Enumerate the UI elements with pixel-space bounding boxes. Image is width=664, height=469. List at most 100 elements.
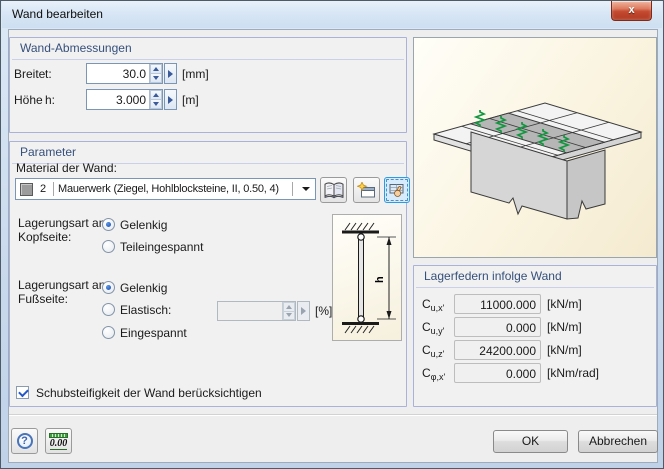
radio-top-gelenkig[interactable] bbox=[102, 218, 115, 231]
height-unit: [m] bbox=[182, 93, 199, 107]
support-diagram: h bbox=[332, 214, 402, 341]
edit-material-button[interactable] bbox=[384, 177, 410, 203]
width-label: Breite bbox=[14, 67, 45, 81]
chevron-down-icon bbox=[302, 187, 310, 191]
diagram-h-label: h bbox=[374, 276, 386, 283]
bottom-support-label-line1: Lagerungsart an bbox=[18, 278, 105, 292]
radio-bottom-gelenkig-label[interactable]: Gelenkig bbox=[120, 281, 167, 295]
elastic-value bbox=[218, 302, 282, 320]
radio-bottom-elastisch-label[interactable]: Elastisch: bbox=[120, 303, 171, 317]
edit-wall-dialog: Wand bearbeiten x Wand-Abmessungen Breit… bbox=[0, 0, 664, 469]
material-dropdown[interactable]: 2 Mauerwerk (Ziegel, Hohlblocksteine, II… bbox=[15, 178, 316, 200]
group-rule bbox=[12, 59, 404, 60]
group-title-dimensions: Wand-Abmessungen bbox=[20, 41, 132, 55]
spring-unit-cphix: [kNm/rad] bbox=[547, 366, 599, 380]
spin-up-button[interactable] bbox=[150, 90, 162, 99]
material-index: 2 bbox=[37, 183, 49, 195]
width-spinbox[interactable]: 30.0 bbox=[86, 63, 163, 84]
top-support-label-line2: Kopfseite: bbox=[18, 230, 71, 244]
spring-value-cuz: 24200.000 bbox=[454, 340, 541, 360]
spring-value-cphix: 0.000 bbox=[454, 363, 541, 383]
up-arrow-icon bbox=[286, 305, 292, 309]
spring-unit-cuy: [kN/m] bbox=[547, 320, 582, 334]
right-arrow-icon bbox=[168, 96, 173, 104]
radio-bottom-gelenkig[interactable] bbox=[102, 281, 115, 294]
separator bbox=[53, 182, 54, 196]
spring-symbol-cuz: Cu,z' bbox=[422, 343, 444, 359]
spin-up-button bbox=[283, 302, 295, 311]
spring-symbol-cux: Cu,x' bbox=[422, 297, 444, 313]
spring-value-cuy: 0.000 bbox=[454, 317, 541, 337]
elastic-spin-arrows bbox=[282, 302, 295, 320]
radio-bottom-elastisch[interactable] bbox=[102, 303, 115, 316]
group-title-parameter: Parameter bbox=[20, 145, 76, 159]
shear-stiffness-label[interactable]: Schubsteifigkeit der Wand berücksichtige… bbox=[36, 386, 262, 400]
spring-symbol-cphix: Cφ,x' bbox=[422, 366, 445, 382]
spin-down-button[interactable] bbox=[150, 99, 162, 109]
close-button[interactable]: x bbox=[611, 1, 652, 21]
group-wall-dimensions: Wand-Abmessungen Breite t: 30.0 [mm] Höh… bbox=[9, 37, 407, 133]
footer-separator bbox=[9, 414, 657, 416]
wall-preview-panel bbox=[413, 37, 657, 258]
height-symbol: h: bbox=[45, 93, 55, 107]
dialog-title: Wand bearbeiten bbox=[12, 7, 103, 21]
width-value[interactable]: 30.0 bbox=[87, 64, 149, 83]
help-button[interactable]: ? bbox=[11, 428, 38, 454]
down-arrow-icon bbox=[286, 313, 292, 317]
bottom-support-label-line2: Fußseite: bbox=[18, 292, 68, 306]
radio-top-teileingespannt[interactable] bbox=[102, 240, 115, 253]
group-title-springs: Lagerfedern infolge Wand bbox=[424, 269, 562, 283]
spin-down-button[interactable] bbox=[150, 73, 162, 83]
radio-top-gelenkig-label[interactable]: Gelenkig bbox=[120, 218, 167, 232]
elastic-value-spinbox bbox=[217, 301, 296, 321]
radio-top-teileingespannt-label[interactable]: Teileingespannt bbox=[120, 240, 203, 254]
right-arrow-icon bbox=[301, 307, 306, 315]
up-arrow-icon bbox=[153, 67, 159, 71]
width-unit: [mm] bbox=[182, 67, 209, 81]
dropdown-arrow-zone[interactable] bbox=[297, 187, 315, 191]
spin-down-button bbox=[283, 311, 295, 321]
shear-stiffness-checkbox[interactable] bbox=[16, 386, 29, 399]
height-value[interactable]: 3.000 bbox=[87, 90, 149, 109]
down-arrow-icon bbox=[153, 76, 159, 80]
help-icon: ? bbox=[17, 433, 33, 449]
radio-bottom-eingespannt-label[interactable]: Eingespannt bbox=[120, 326, 187, 340]
new-material-button[interactable] bbox=[353, 177, 380, 203]
group-support-springs: Lagerfedern infolge Wand Cu,x' 11000.000… bbox=[413, 265, 657, 407]
top-support-label-line1: Lagerungsart an bbox=[18, 216, 105, 230]
up-arrow-icon bbox=[153, 93, 159, 97]
material-label: Material der Wand: bbox=[16, 161, 117, 175]
material-color-swatch bbox=[20, 183, 33, 196]
width-spin-arrows bbox=[149, 64, 162, 83]
elastic-slider-button bbox=[297, 301, 310, 321]
spin-up-button[interactable] bbox=[150, 64, 162, 73]
separator bbox=[292, 182, 293, 196]
width-slider-button[interactable] bbox=[164, 63, 177, 84]
width-symbol: t: bbox=[45, 67, 52, 81]
new-window-star-icon bbox=[357, 182, 377, 199]
group-rule bbox=[416, 287, 654, 288]
titlebar[interactable]: Wand bearbeiten bbox=[2, 1, 662, 28]
spring-unit-cuz: [kN/m] bbox=[547, 343, 582, 357]
group-parameter: Parameter Material der Wand: 2 Mauerwerk… bbox=[9, 141, 407, 407]
material-name: Mauerwerk (Ziegel, Hohlblocksteine, II, … bbox=[58, 183, 288, 195]
ruler-icon bbox=[49, 433, 68, 438]
spring-value-cux: 11000.000 bbox=[454, 294, 541, 314]
radio-bottom-eingespannt[interactable] bbox=[102, 326, 115, 339]
right-arrow-icon bbox=[168, 70, 173, 78]
height-spin-arrows bbox=[149, 90, 162, 109]
spring-symbol-cuy: Cu,y' bbox=[422, 320, 444, 336]
ok-button[interactable]: OK bbox=[493, 430, 568, 453]
elastic-unit: [%] bbox=[315, 304, 332, 318]
book-icon bbox=[323, 181, 345, 199]
units-decimal-icon: 0.00 bbox=[50, 439, 68, 450]
down-arrow-icon bbox=[153, 102, 159, 106]
units-settings-button[interactable]: 0.00 bbox=[45, 428, 72, 454]
spring-unit-cux: [kN/m] bbox=[547, 297, 582, 311]
cancel-button[interactable]: Abbrechen bbox=[578, 430, 658, 453]
wall-3d-drawing bbox=[414, 38, 656, 257]
material-library-button[interactable] bbox=[320, 177, 347, 203]
height-spinbox[interactable]: 3.000 bbox=[86, 89, 163, 110]
height-slider-button[interactable] bbox=[164, 89, 177, 110]
height-label: Höhe bbox=[14, 93, 43, 107]
